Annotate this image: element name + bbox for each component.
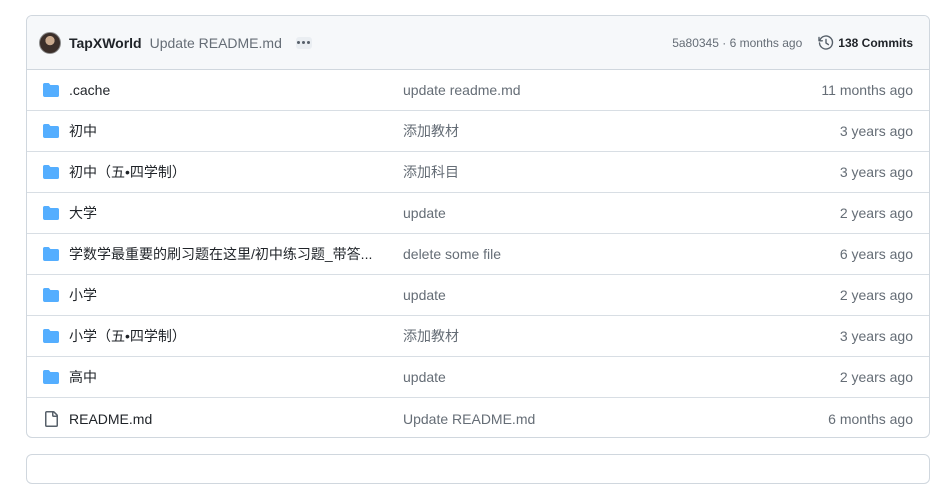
file-age: 2 years ago [839,369,913,385]
file-row[interactable]: 初中 添加教材 3 years ago [27,111,929,152]
file-list: .cache update readme.md 11 months ago 初中 添加教… [27,70,929,437]
file-name-link[interactable]: .cache [69,82,389,98]
folder-icon [43,83,59,97]
author-avatar[interactable] [39,31,61,54]
commit-sha-time[interactable]: 5a80345 · 6 months ago [672,36,802,50]
file-age: 2 years ago [839,287,913,303]
file-name-link[interactable]: 大学 [69,203,389,223]
folder-icon [43,206,59,220]
repo-file-table: TapXWorld Update README.md 5a80345 · 6 m… [26,15,930,438]
folder-icon [43,124,59,138]
file-name-link[interactable]: 小学（五•四学制） [69,326,389,346]
file-age: 2 years ago [839,205,913,221]
folder-icon [43,165,59,179]
file-row[interactable]: 大学 update 2 years ago [27,193,929,234]
file-name-link[interactable]: 学数学最重要的刷习题在这里/初中练习题_带答... [69,244,389,264]
file-commit-message-link[interactable]: update [403,205,446,221]
file-commit-message-link[interactable]: 添加教材 [403,326,459,346]
file-row[interactable]: 学数学最重要的刷习题在这里/初中练习题_带答... delete some fil… [27,234,929,275]
file-commit-message-link[interactable]: Update README.md [403,411,535,427]
folder-icon [43,370,59,384]
file-age: 3 years ago [839,328,913,344]
ellipsis-icon[interactable] [295,36,312,49]
file-commit-message-link[interactable]: 添加教材 [403,121,459,141]
file-commit-message-link[interactable]: 添加科目 [403,162,459,182]
folder-icon [43,247,59,261]
commit-message-link[interactable]: Update README.md [150,35,282,51]
file-row[interactable]: 小学 update 2 years ago [27,275,929,316]
file-name-link[interactable]: 小学 [69,285,389,305]
file-age: 6 months ago [828,410,913,427]
file-age: 6 years ago [839,246,913,262]
file-name-link[interactable]: 初中 [69,121,389,141]
file-name-link[interactable]: 高中 [69,367,389,387]
file-commit-message-link[interactable]: update readme.md [403,82,521,98]
file-row[interactable]: README.md Update README.md 6 months ago [27,398,929,437]
file-icon [45,410,58,427]
file-commit-message-link[interactable]: delete some file [403,246,501,262]
folder-icon [43,329,59,343]
file-row[interactable]: 小学（五•四学制） 添加教材 3 years ago [27,316,929,357]
file-row[interactable]: 初中（五•四学制） 添加科目 3 years ago [27,152,929,193]
file-age: 3 years ago [839,164,913,180]
file-age: 11 months ago [821,82,913,98]
file-age: 3 years ago [839,123,913,139]
commits-count: 138 Commits [838,35,913,50]
commits-history-link[interactable]: 138 Commits [818,34,913,51]
file-commit-message-link[interactable]: update [403,287,446,303]
folder-icon [43,288,59,302]
latest-commit-header: TapXWorld Update README.md 5a80345 · 6 m… [27,16,929,70]
file-commit-message-link[interactable]: update [403,369,446,385]
file-name-link[interactable]: 初中（五•四学制） [69,162,389,182]
file-row[interactable]: 高中 update 2 years ago [27,357,929,398]
file-name-link[interactable]: README.md [69,411,389,427]
history-icon [818,34,834,50]
readme-box [26,454,930,484]
commit-author-link[interactable]: TapXWorld [69,35,142,51]
file-row[interactable]: .cache update readme.md 11 months ago [27,70,929,111]
